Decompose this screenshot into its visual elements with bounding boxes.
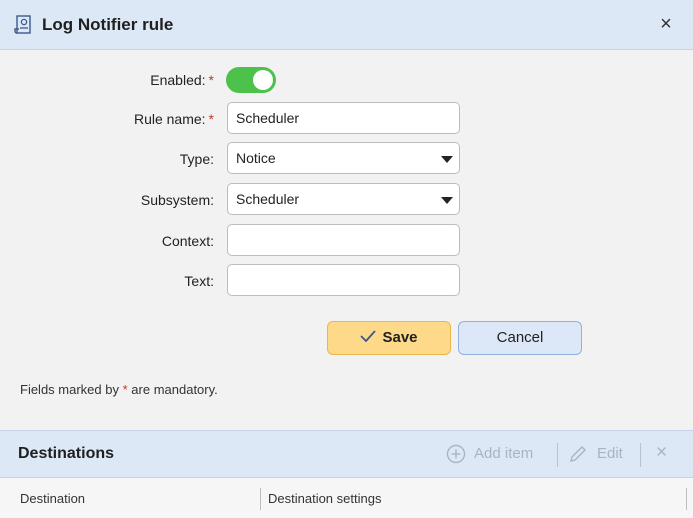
context-input[interactable] [227,224,460,256]
toolbar-divider [557,443,558,467]
rule-name-label: Rule name: * [133,111,214,127]
enabled-label: Enabled: * [150,72,214,88]
scroll-gear-icon [14,15,31,34]
mandatory-note: Fields marked by * are mandatory. [20,382,218,397]
type-label: Type: [179,151,214,167]
dialog-title: Log Notifier rule [42,15,174,34]
edit-label: Edit [597,445,623,462]
cancel-button[interactable]: Cancel [458,321,582,355]
subsystem-select[interactable]: Scheduler [227,183,460,215]
destinations-toolbar: Destinations Add item Edit × [0,430,693,478]
enabled-toggle[interactable] [226,67,276,93]
column-resize-handle[interactable] [260,488,261,510]
chevron-down-icon [441,156,453,163]
type-value: Notice [236,150,276,166]
toolbar-divider [640,443,641,467]
edit-button[interactable]: Edit [566,431,632,477]
delete-button[interactable]: × [656,442,667,464]
subsystem-label: Subsystem: [140,192,214,208]
plus-circle-icon [446,444,466,464]
subsystem-value: Scheduler [236,191,300,207]
context-label: Context: [161,233,214,249]
check-icon [360,330,377,343]
rule-name-value: Scheduler [236,110,300,126]
save-label: Save [382,329,418,346]
chevron-down-icon [441,197,453,204]
add-item-label: Add item [474,445,534,462]
text-label: Text: [184,273,214,289]
destinations-title: Destinations [18,445,115,462]
pencil-icon [570,446,586,462]
toggle-knob [253,70,273,90]
close-button[interactable]: × [655,13,677,35]
dialog-titlebar: Log Notifier rule × [0,0,693,50]
rule-name-input[interactable]: Scheduler [227,102,460,134]
type-select[interactable]: Notice [227,142,460,174]
save-button[interactable]: Save [327,321,451,355]
destinations-table-header: Destination Destination settings [0,478,693,518]
column-resize-handle[interactable] [686,488,687,510]
add-item-button[interactable]: Add item [444,431,548,477]
column-header-destination-settings[interactable]: Destination settings [268,491,381,506]
text-input[interactable] [227,264,460,296]
column-header-destination[interactable]: Destination [20,491,85,506]
